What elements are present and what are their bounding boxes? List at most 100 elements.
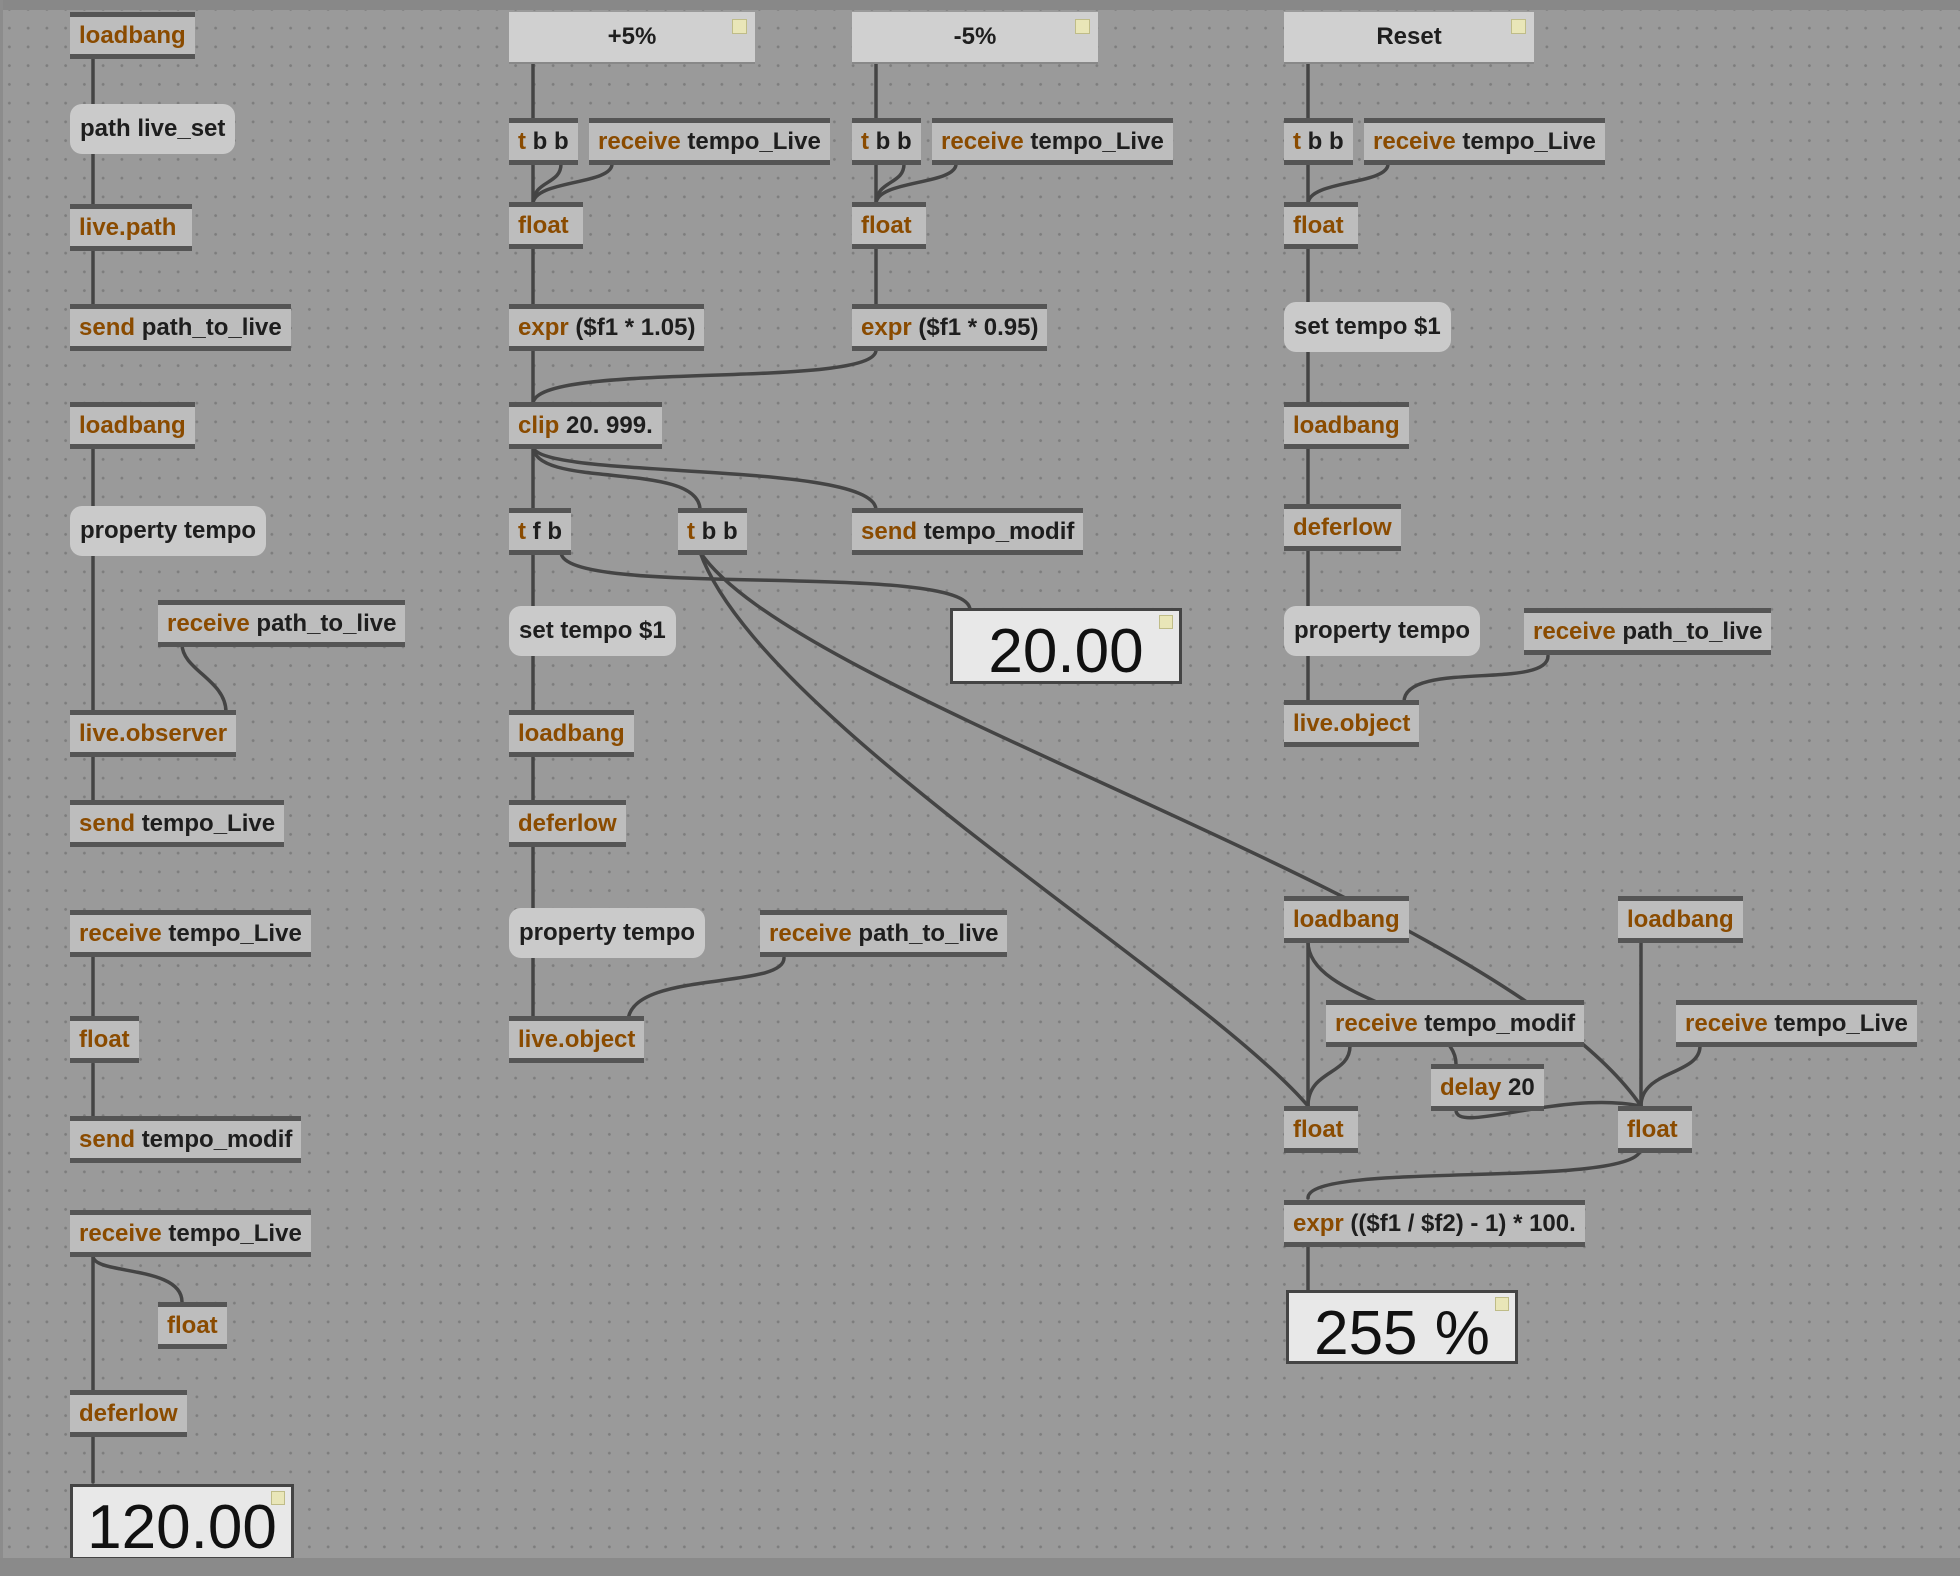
delay-object[interactable]: delay 20 — [1431, 1064, 1544, 1111]
patcher-canvas[interactable]: +5% -5% Reset loadbang path live_set liv… — [0, 0, 1960, 1576]
object-args: path_to_live — [256, 610, 397, 637]
object-class: loadbang — [1627, 906, 1734, 933]
message-text: property tempo — [1294, 617, 1471, 644]
percent-number-box[interactable]: 255 % — [1286, 1290, 1518, 1365]
object-class: send — [861, 518, 918, 545]
loadbang-object[interactable]: loadbang — [1284, 896, 1409, 943]
live-observer-object[interactable]: live.observer — [70, 710, 237, 757]
loadbang-object[interactable]: loadbang — [70, 402, 195, 449]
send-tempo-modif-object[interactable]: send tempo_modif — [852, 508, 1084, 555]
object-args: 20. 999. — [566, 412, 653, 439]
receive-tempo-live-object[interactable]: receive tempo_Live — [1364, 118, 1605, 165]
trigger-bb-object[interactable]: t b b — [1284, 118, 1353, 165]
patch-cord — [1306, 1044, 1352, 1108]
set-tempo-message[interactable]: set tempo $1 — [509, 606, 676, 656]
receive-path-to-live-object[interactable]: receive path_to_live — [760, 910, 1008, 957]
receive-path-to-live-object[interactable]: receive path_to_live — [1524, 608, 1772, 655]
loadbang-object[interactable]: loadbang — [509, 710, 634, 757]
object-args: tempo_modif — [1424, 1010, 1576, 1037]
clip-object[interactable]: clip 20. 999. — [509, 402, 662, 449]
object-class: t — [1293, 128, 1301, 155]
object-class: receive — [1685, 1010, 1768, 1037]
object-args: tempo_Live — [168, 920, 302, 947]
loadbang-object[interactable]: loadbang — [1284, 402, 1409, 449]
float-object[interactable]: float — [1284, 202, 1358, 249]
object-args: tempo_modif — [923, 518, 1075, 545]
expr-multiply-095-object[interactable]: expr ($f1 * 0.95) — [852, 304, 1048, 351]
minus-5-button[interactable]: -5% — [852, 12, 1098, 62]
property-tempo-message[interactable]: property tempo — [1284, 606, 1481, 656]
patch-cords — [91, 54, 1702, 1484]
reset-button[interactable]: Reset — [1284, 12, 1534, 62]
object-class: receive — [1533, 618, 1616, 645]
patch-cord — [91, 1254, 184, 1304]
live-object-object[interactable]: live.object — [1284, 700, 1420, 747]
object-class: loadbang — [518, 720, 625, 747]
object-args: path_to_live — [141, 314, 282, 341]
loadbang-object[interactable]: loadbang — [1618, 896, 1743, 943]
message-text: set tempo $1 — [1294, 313, 1441, 340]
patch-cord — [531, 444, 702, 512]
send-path-to-live-object[interactable]: send path_to_live — [70, 304, 291, 351]
object-class: float — [167, 1312, 218, 1339]
object-class: t — [518, 128, 526, 155]
trigger-bb-object[interactable]: t b b — [509, 118, 578, 165]
object-args: f b — [532, 518, 562, 545]
float-object[interactable]: float — [852, 202, 926, 249]
loadbang-object[interactable]: loadbang — [70, 12, 195, 59]
send-tempo-live-object[interactable]: send tempo_Live — [70, 800, 285, 847]
float-object[interactable]: float — [1618, 1106, 1692, 1153]
float-object[interactable]: float — [509, 202, 583, 249]
trigger-bb-object[interactable]: t b b — [852, 118, 921, 165]
deferlow-object[interactable]: deferlow — [1284, 504, 1401, 551]
float-object[interactable]: float — [158, 1302, 227, 1349]
object-class: send — [79, 810, 136, 837]
object-class: float — [1293, 1116, 1344, 1143]
object-class: clip — [518, 412, 560, 439]
object-args: b b — [701, 518, 738, 545]
tempo-number-box[interactable]: 120.00 — [70, 1484, 294, 1560]
trigger-bb-object[interactable]: t b b — [678, 508, 747, 555]
tempo-value: 120.00 — [87, 1493, 277, 1562]
number-box-corner — [1495, 1297, 1509, 1311]
object-class: receive — [769, 920, 852, 947]
reset-label: Reset — [1376, 23, 1442, 50]
object-class: send — [79, 314, 136, 341]
receive-tempo-live-object[interactable]: receive tempo_Live — [70, 910, 311, 957]
receive-path-to-live-object[interactable]: receive path_to_live — [158, 600, 406, 647]
object-args: tempo_Live — [1030, 128, 1164, 155]
receive-tempo-modif-object[interactable]: receive tempo_modif — [1326, 1000, 1585, 1047]
path-live-set-message[interactable]: path live_set — [70, 104, 236, 154]
tempo-modif-number-box[interactable]: 20.00 — [950, 608, 1182, 684]
live-object-object[interactable]: live.object — [509, 1016, 645, 1063]
object-class: live.object — [518, 1026, 636, 1053]
deferlow-object[interactable]: deferlow — [509, 800, 626, 847]
set-tempo-message[interactable]: set tempo $1 — [1284, 302, 1451, 352]
receive-tempo-live-object[interactable]: receive tempo_Live — [70, 1210, 311, 1257]
float-object[interactable]: float — [70, 1016, 139, 1063]
expr-percent-object[interactable]: expr (($f1 / $f2) - 1) * 100. — [1284, 1200, 1585, 1247]
property-tempo-message[interactable]: property tempo — [509, 908, 706, 958]
patch-cord — [874, 162, 906, 206]
receive-tempo-live-object[interactable]: receive tempo_Live — [1676, 1000, 1917, 1047]
object-class: receive — [598, 128, 681, 155]
trigger-fb-object[interactable]: t f b — [509, 508, 571, 555]
object-class: expr — [861, 314, 912, 341]
object-class: float — [79, 1026, 130, 1053]
object-class: t — [861, 128, 869, 155]
float-object[interactable]: float — [1284, 1106, 1358, 1153]
message-text: path live_set — [80, 115, 226, 142]
receive-tempo-live-object[interactable]: receive tempo_Live — [932, 118, 1173, 165]
object-args: tempo_Live — [687, 128, 821, 155]
receive-tempo-live-object[interactable]: receive tempo_Live — [589, 118, 830, 165]
property-tempo-message[interactable]: property tempo — [70, 506, 267, 556]
live-path-object[interactable]: live.path — [70, 204, 192, 251]
number-box-corner — [1159, 615, 1173, 629]
object-class: live.observer — [79, 720, 228, 747]
plus-5-button[interactable]: +5% — [509, 12, 755, 62]
send-tempo-modif-object[interactable]: send tempo_modif — [70, 1116, 302, 1163]
expr-multiply-105-object[interactable]: expr ($f1 * 1.05) — [509, 304, 705, 351]
button-corner-marker — [732, 19, 747, 34]
patch-cord — [626, 956, 786, 1024]
deferlow-object[interactable]: deferlow — [70, 1390, 187, 1437]
